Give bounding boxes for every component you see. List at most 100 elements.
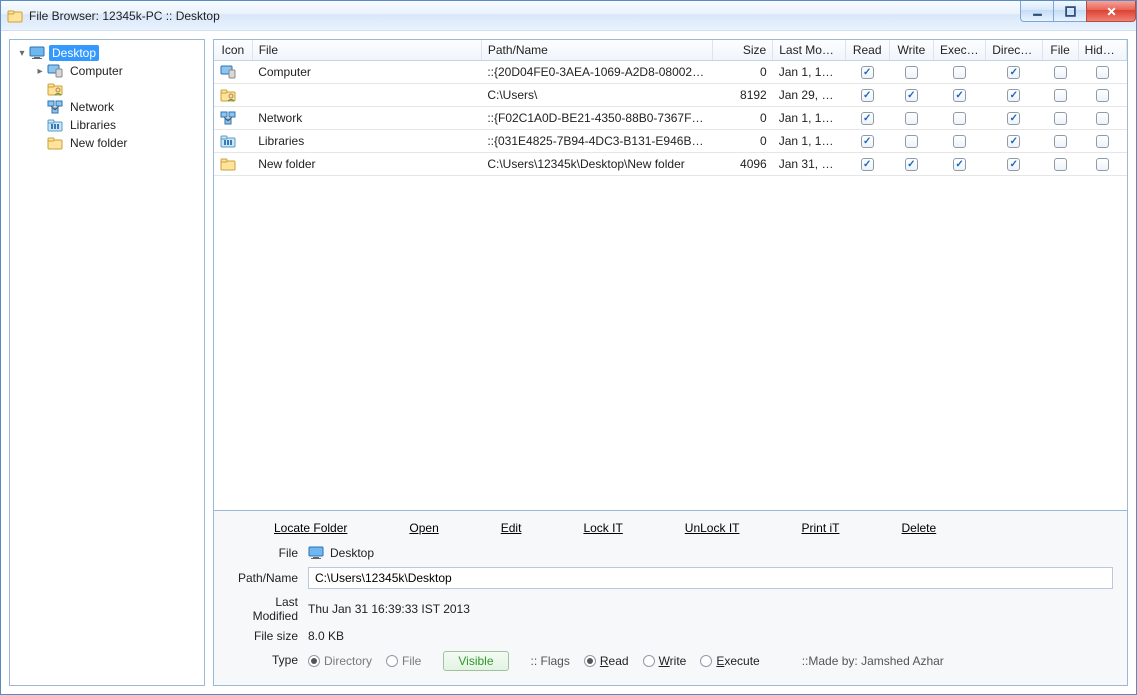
table-row[interactable]: Computer::{20D04FE0-3AEA-1069-A2D8-08002… xyxy=(214,61,1127,84)
tree-node[interactable]: New folder xyxy=(10,134,204,152)
tree-node-label: Desktop xyxy=(49,45,99,61)
checkbox[interactable] xyxy=(1054,89,1067,102)
locate-folder-link[interactable]: Locate Folder xyxy=(248,521,373,535)
tree-expander-icon[interactable] xyxy=(34,101,46,113)
checkbox[interactable] xyxy=(905,112,918,125)
file-grid[interactable]: IconFilePath/NameSizeLast ModifiedReadWr… xyxy=(214,40,1127,176)
made-by-text: ::Made by: Jamshed Azhar xyxy=(802,654,944,668)
column-header[interactable]: Hidden xyxy=(1078,40,1126,61)
checkbox[interactable] xyxy=(905,135,918,148)
delete-link[interactable]: Delete xyxy=(876,521,963,535)
checkbox[interactable] xyxy=(1096,158,1109,171)
column-header[interactable]: Write xyxy=(889,40,933,61)
cell-file: Computer xyxy=(252,61,481,84)
tree-expander-icon[interactable] xyxy=(34,119,46,131)
minimize-button[interactable] xyxy=(1020,1,1054,22)
edit-link[interactable]: Edit xyxy=(475,521,548,535)
checkbox[interactable] xyxy=(905,89,918,102)
modified-value: Thu Jan 31 16:39:33 IST 2013 xyxy=(308,602,470,616)
visible-button[interactable]: Visible xyxy=(443,651,508,671)
table-row[interactable]: Libraries::{031E4825-7B94-4DC3-B131-E946… xyxy=(214,130,1127,153)
tree-node[interactable] xyxy=(10,80,204,98)
checkbox[interactable] xyxy=(1007,158,1020,171)
checkbox[interactable] xyxy=(953,158,966,171)
checkbox[interactable] xyxy=(861,112,874,125)
libraries-icon xyxy=(47,117,63,133)
table-row[interactable]: Network::{F02C1A0D-BE21-4350-88B0-7367FC… xyxy=(214,107,1127,130)
monitor-icon xyxy=(308,545,324,561)
column-header[interactable]: Execute xyxy=(933,40,985,61)
folder-icon xyxy=(47,135,63,151)
content-area: ▾Desktop▸ComputerNetworkLibrariesNew fol… xyxy=(1,31,1136,694)
checkbox[interactable] xyxy=(953,112,966,125)
cell-modified: Jan 1, 1970 xyxy=(773,107,845,130)
checkbox[interactable] xyxy=(1096,135,1109,148)
tree-expander-icon[interactable] xyxy=(34,83,46,95)
tree-node[interactable]: Libraries xyxy=(10,116,204,134)
file-grid-wrap: IconFilePath/NameSizeLast ModifiedReadWr… xyxy=(213,39,1128,511)
checkbox[interactable] xyxy=(1054,135,1067,148)
column-header[interactable]: File xyxy=(252,40,481,61)
maximize-button[interactable] xyxy=(1053,1,1087,22)
column-header[interactable]: File xyxy=(1042,40,1078,61)
file-label: File xyxy=(228,546,298,560)
column-header[interactable]: Path/Name xyxy=(481,40,712,61)
checkbox[interactable] xyxy=(861,89,874,102)
cell-file: Network xyxy=(252,107,481,130)
tree-node[interactable]: Network xyxy=(10,98,204,116)
checkbox[interactable] xyxy=(1054,112,1067,125)
checkbox[interactable] xyxy=(861,135,874,148)
checkbox[interactable] xyxy=(1054,158,1067,171)
type-file-radio[interactable]: File xyxy=(386,654,421,668)
path-input[interactable] xyxy=(308,567,1113,589)
checkbox[interactable] xyxy=(1007,135,1020,148)
checkbox[interactable] xyxy=(1007,66,1020,79)
flag-read-radio[interactable]: Read xyxy=(584,654,629,668)
tree-expander-icon[interactable]: ▾ xyxy=(16,47,28,59)
checkbox[interactable] xyxy=(1096,112,1109,125)
grid-empty-area xyxy=(214,176,1127,510)
table-row[interactable]: C:\Users\8192Jan 29, 2013 xyxy=(214,84,1127,107)
close-button[interactable] xyxy=(1086,1,1136,22)
table-row[interactable]: New folderC:\Users\12345k\Desktop\New fo… xyxy=(214,153,1127,176)
app-icon xyxy=(7,8,23,24)
column-header[interactable]: Last Modified xyxy=(773,40,845,61)
modified-label: Last Modified xyxy=(228,595,298,623)
path-label: Path/Name xyxy=(228,571,298,585)
checkbox[interactable] xyxy=(1054,66,1067,79)
tree-node-label: New folder xyxy=(67,135,130,151)
checkbox[interactable] xyxy=(1096,89,1109,102)
column-header[interactable]: Directory xyxy=(986,40,1042,61)
tree-node-label: Libraries xyxy=(67,117,119,133)
tree-node-label: Computer xyxy=(67,63,126,79)
column-header[interactable]: Size xyxy=(712,40,772,61)
tree-expander-icon[interactable] xyxy=(34,137,46,149)
tree-expander-icon[interactable]: ▸ xyxy=(34,65,46,77)
lock-link[interactable]: Lock IT xyxy=(557,521,648,535)
checkbox[interactable] xyxy=(953,66,966,79)
checkbox[interactable] xyxy=(953,89,966,102)
unlock-link[interactable]: UnLock IT xyxy=(659,521,766,535)
print-link[interactable]: Print iT xyxy=(775,521,865,535)
tree-node[interactable]: ▸ Computer xyxy=(10,62,204,80)
tree-node[interactable]: ▾ Desktop xyxy=(10,44,204,62)
checkbox[interactable] xyxy=(905,66,918,79)
column-header[interactable]: Read xyxy=(845,40,889,61)
checkbox[interactable] xyxy=(953,135,966,148)
checkbox[interactable] xyxy=(1007,112,1020,125)
libraries-icon xyxy=(220,133,246,149)
flag-execute-radio[interactable]: Execute xyxy=(700,654,759,668)
titlebar: File Browser: 12345k-PC :: Desktop xyxy=(1,1,1136,31)
checkbox[interactable] xyxy=(861,66,874,79)
cell-path: ::{031E4825-7B94-4DC3-B131-E946B44C8D... xyxy=(481,130,712,153)
open-link[interactable]: Open xyxy=(383,521,464,535)
folder-tree[interactable]: ▾ Desktop▸ Computer NetworkLibraries New fol… xyxy=(9,39,205,686)
file-name-text: Desktop xyxy=(330,546,374,560)
checkbox[interactable] xyxy=(905,158,918,171)
checkbox[interactable] xyxy=(861,158,874,171)
type-directory-radio[interactable]: Directory xyxy=(308,654,372,668)
flag-write-radio[interactable]: Write xyxy=(643,654,687,668)
checkbox[interactable] xyxy=(1096,66,1109,79)
column-header[interactable]: Icon xyxy=(214,40,252,61)
checkbox[interactable] xyxy=(1007,89,1020,102)
